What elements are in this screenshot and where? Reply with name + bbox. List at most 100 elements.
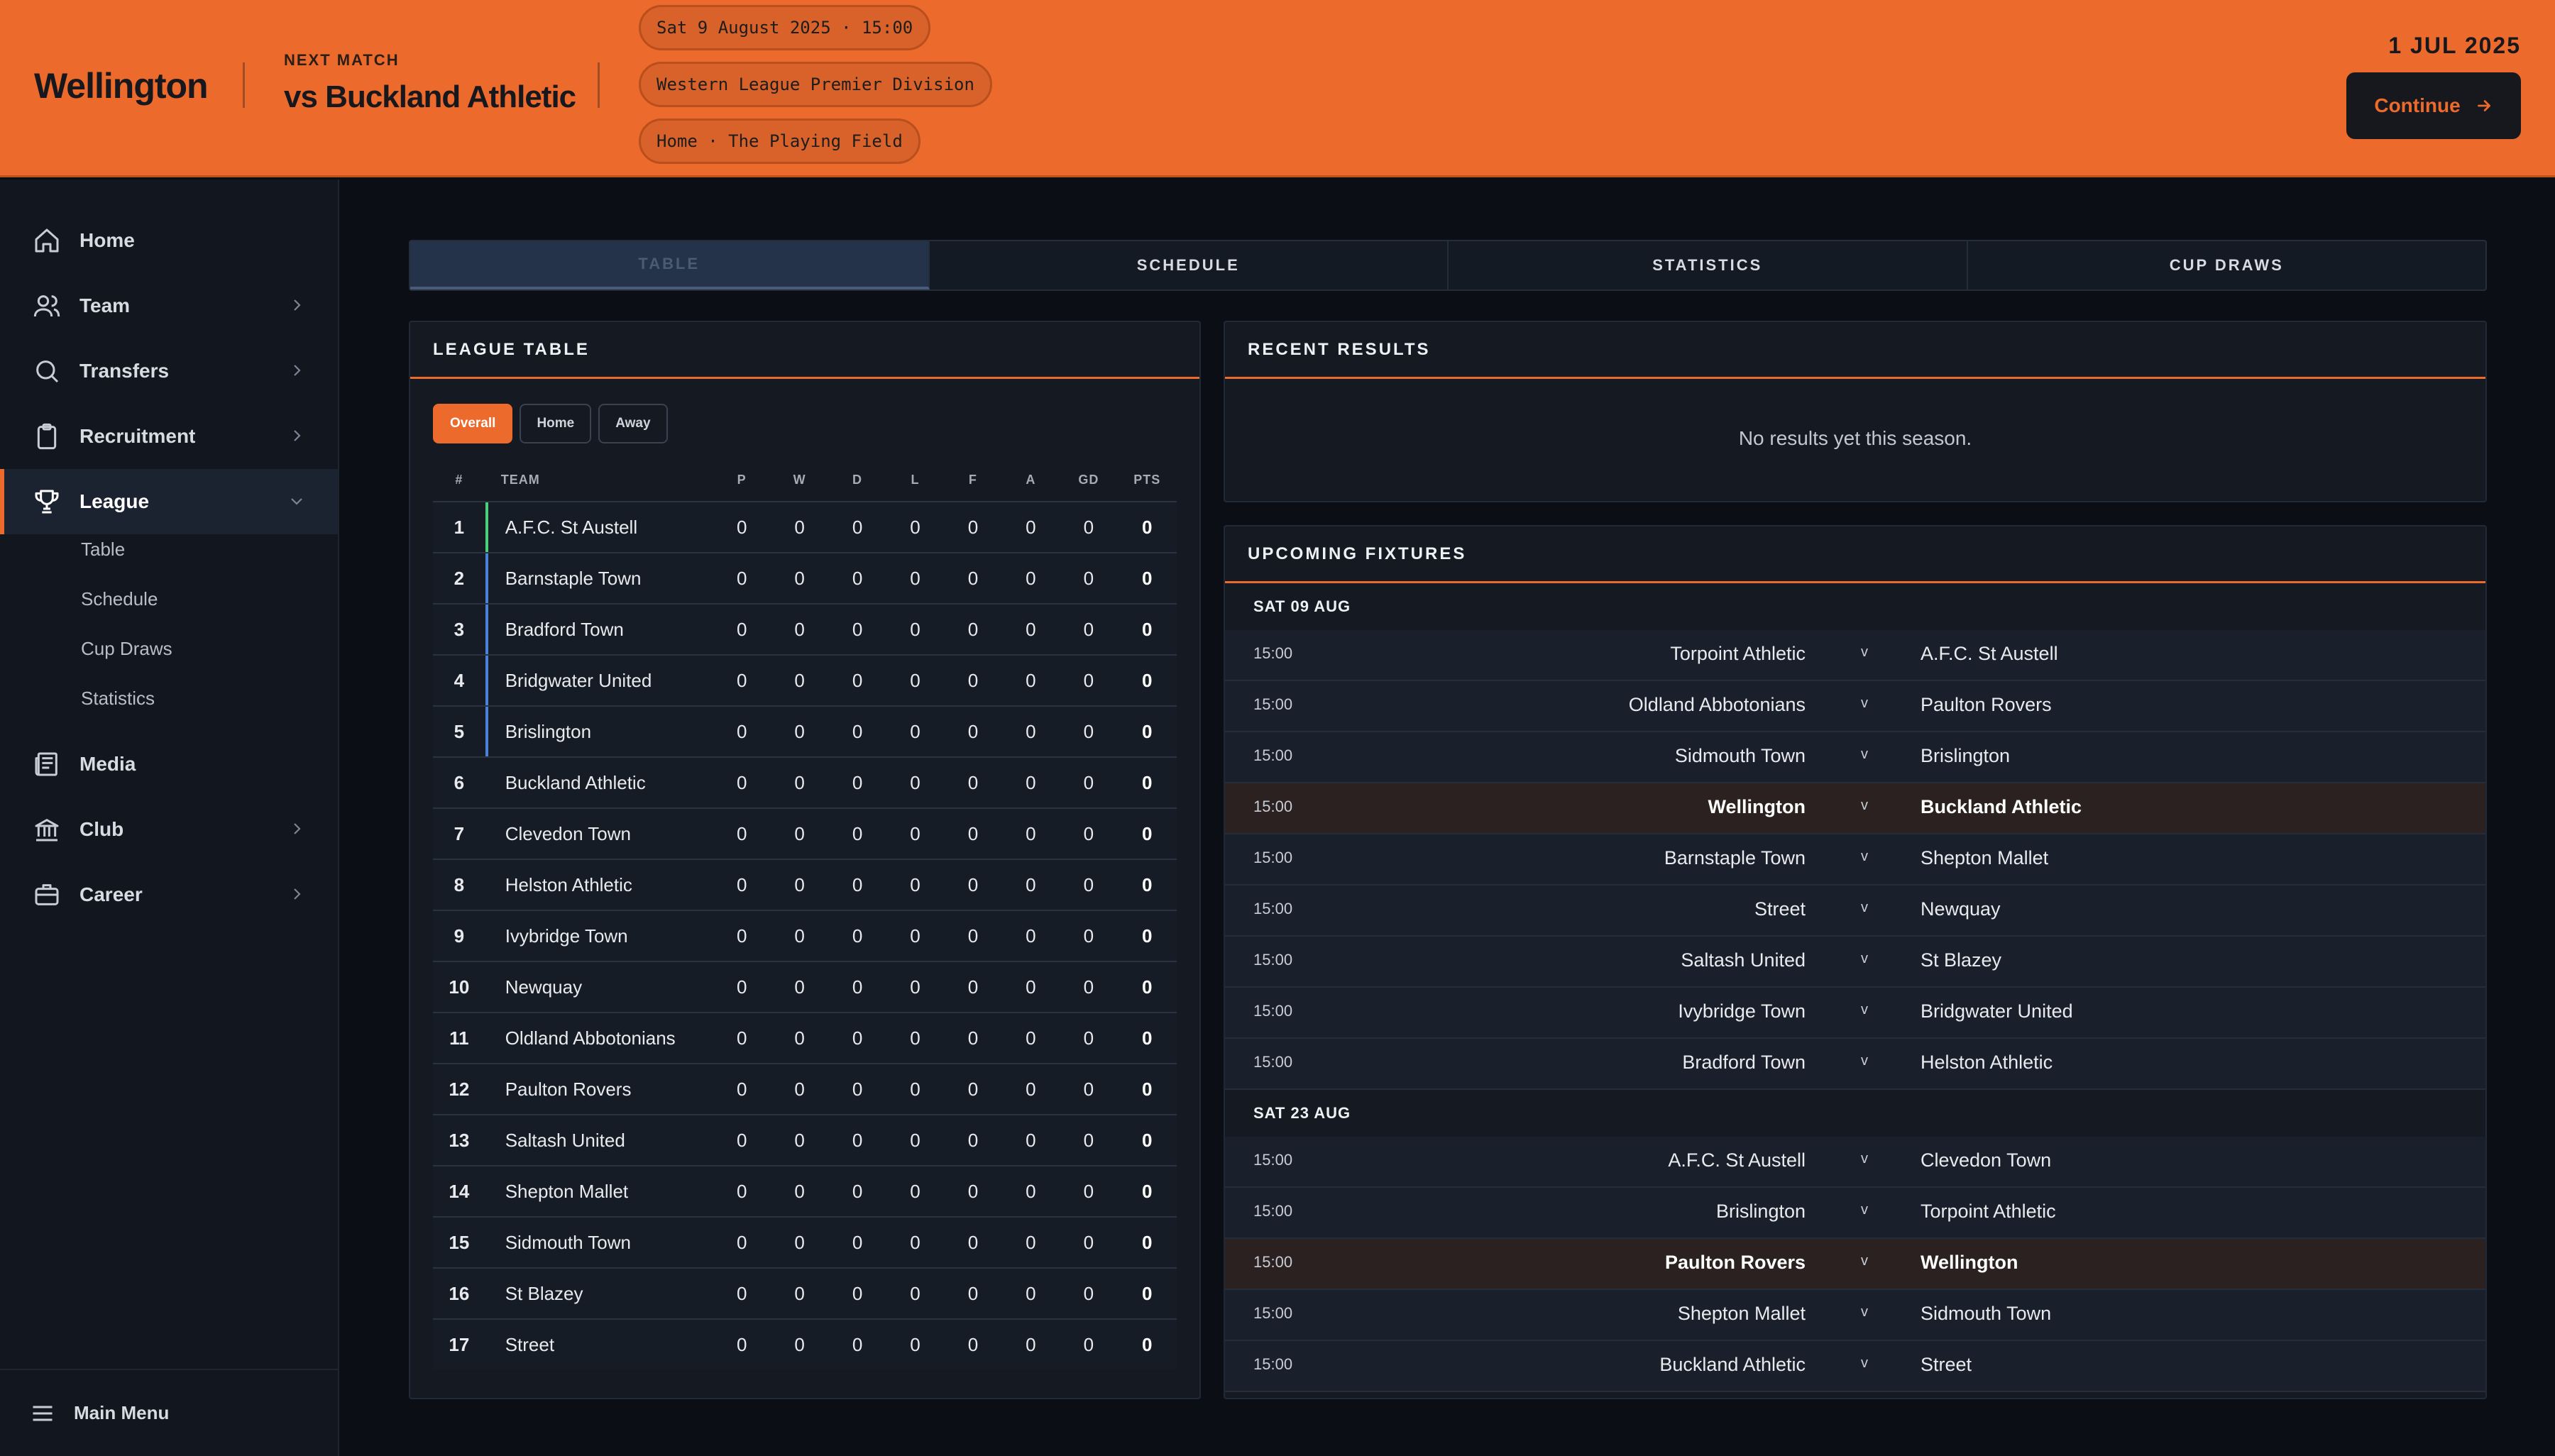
sidebar-item-recruitment[interactable]: Recruitment: [0, 404, 338, 469]
upcoming-fixtures-title: UPCOMING FIXTURES: [1225, 526, 2485, 583]
venue-pill: Home · The Playing Field: [639, 118, 921, 164]
table-row[interactable]: 14 Shepton Mallet 0 0 0 0 0 0 0 0: [433, 1165, 1177, 1216]
table-row[interactable]: 4 Bridgwater United 0 0 0 0 0 0 0 0: [433, 654, 1177, 705]
team-name-cell[interactable]: Street: [485, 1320, 713, 1369]
tab-statistics[interactable]: STATISTICS: [1449, 241, 1968, 289]
fixture-vs: v: [1861, 1002, 1868, 1017]
team-name-cell[interactable]: Saltash United: [485, 1115, 713, 1165]
table-row[interactable]: 10 Newquay 0 0 0 0 0 0 0 0: [433, 961, 1177, 1012]
stat-cell-gd: 0: [1083, 976, 1094, 998]
fixture-row[interactable]: 15:00 Barnstaple Town v Shepton Mallet: [1225, 834, 2485, 886]
newspaper-icon: [35, 752, 57, 776]
stat-cell-l: 0: [910, 1027, 921, 1049]
fixture-row[interactable]: 15:00 Wellington v Buckland Athletic: [1225, 783, 2485, 834]
sidebar-item-media[interactable]: Media: [0, 732, 338, 797]
team-name-cell[interactable]: Paulton Rovers: [485, 1064, 713, 1114]
fixture-vs: v: [1861, 1202, 1868, 1218]
filter-overall-button[interactable]: Overall: [433, 404, 513, 443]
table-row[interactable]: 17 Street 0 0 0 0 0 0 0 0: [433, 1318, 1177, 1369]
chevron-right-icon: [294, 888, 301, 900]
fixture-row[interactable]: 15:00 Sidmouth Town v Brislington: [1225, 732, 2485, 783]
table-row[interactable]: 11 Oldland Abbotonians 0 0 0 0 0 0 0 0: [433, 1012, 1177, 1063]
table-row[interactable]: 13 Saltash United 0 0 0 0 0 0 0 0: [433, 1114, 1177, 1165]
table-row[interactable]: 5 Brislington 0 0 0 0 0 0 0 0: [433, 705, 1177, 756]
stat-cell-d: 0: [852, 618, 863, 640]
fixture-row[interactable]: 15:00 Torpoint Athletic v A.F.C. St Austell: [1225, 630, 2485, 681]
team-name-cell[interactable]: Ivybridge Town: [485, 911, 713, 961]
fixture-row[interactable]: 15:00 Oldland Abbotonians v Paulton Rovers: [1225, 681, 2485, 732]
fixture-row[interactable]: 15:00 Ivybridge Town v Bridgwater United: [1225, 988, 2485, 1039]
team-name-cell[interactable]: Newquay: [485, 962, 713, 1012]
sidebar-subitem-statistics[interactable]: Statistics: [81, 688, 155, 710]
team-name-cell[interactable]: Oldland Abbotonians: [485, 1013, 713, 1063]
stat-cell-d: 0: [852, 925, 863, 947]
table-row[interactable]: 6 Buckland Athletic 0 0 0 0 0 0 0 0: [433, 756, 1177, 807]
stat-cell-gd: 0: [1083, 1129, 1094, 1151]
table-row[interactable]: 15 Sidmouth Town 0 0 0 0 0 0 0 0: [433, 1216, 1177, 1267]
table-row[interactable]: 3 Bradford Town 0 0 0 0 0 0 0 0: [433, 603, 1177, 654]
tab-cup-draws[interactable]: CUP DRAWS: [1968, 241, 2486, 289]
stat-cell-l: 0: [910, 1180, 921, 1202]
team-name-cell[interactable]: Bridgwater United: [485, 656, 713, 705]
sidebar-subitem-cup-draws[interactable]: Cup Draws: [81, 638, 172, 660]
position-cell: 12: [449, 1078, 470, 1100]
sidebar-item-league[interactable]: League: [0, 469, 338, 534]
sidebar-item-career[interactable]: Career: [0, 862, 338, 927]
table-row[interactable]: 9 Ivybridge Town 0 0 0 0 0 0 0 0: [433, 910, 1177, 961]
team-name-cell[interactable]: Buckland Athletic: [485, 758, 713, 807]
sidebar-subitem-schedule[interactable]: Schedule: [81, 588, 158, 610]
sidebar-subitem-table[interactable]: Table: [81, 539, 125, 561]
filter-away-button[interactable]: Away: [598, 404, 668, 443]
team-name-cell[interactable]: St Blazey: [485, 1269, 713, 1318]
sidebar-item-home[interactable]: Home: [0, 208, 338, 273]
sidebar-item-label: Transfers: [79, 360, 170, 382]
stat-cell-l: 0: [910, 771, 921, 793]
fixture-time: 15:00: [1253, 1304, 1293, 1322]
tab-table[interactable]: TABLE: [410, 241, 930, 289]
continue-button[interactable]: Continue: [2346, 72, 2521, 139]
tab-schedule[interactable]: SCHEDULE: [930, 241, 1449, 289]
team-name-cell[interactable]: Sidmouth Town: [485, 1218, 713, 1267]
sidebar-item-transfers[interactable]: Transfers: [0, 338, 338, 404]
fixture-row[interactable]: 15:00 Brislington v Torpoint Athletic: [1225, 1188, 2485, 1239]
table-row[interactable]: 12 Paulton Rovers 0 0 0 0 0 0 0 0: [433, 1063, 1177, 1114]
stat-cell-w: 0: [794, 1129, 805, 1151]
stat-cell-p: 0: [736, 618, 747, 640]
team-name-cell[interactable]: Brislington: [485, 707, 713, 756]
team-name-cell[interactable]: Helston Athletic: [485, 860, 713, 910]
team-name-cell[interactable]: Barnstaple Town: [485, 553, 713, 603]
stat-cell-f: 0: [967, 1231, 979, 1253]
stat-cell-f: 0: [967, 925, 979, 947]
column-header: L: [911, 472, 920, 487]
fixture-row[interactable]: 15:00 Buckland Athletic v Street: [1225, 1341, 2485, 1392]
table-row[interactable]: 1 A.F.C. St Austell 0 0 0 0 0 0 0 0: [433, 501, 1177, 552]
points-cell: 0: [1142, 720, 1153, 742]
chevron-right-icon: [294, 430, 301, 441]
team-name-cell[interactable]: A.F.C. St Austell: [485, 502, 713, 552]
fixture-row[interactable]: 15:00 Saltash United v St Blazey: [1225, 937, 2485, 988]
team-name-cell[interactable]: Clevedon Town: [485, 809, 713, 859]
table-row[interactable]: 16 St Blazey 0 0 0 0 0 0 0 0: [433, 1267, 1177, 1318]
fixture-row[interactable]: 15:00 Paulton Rovers v Wellington: [1225, 1239, 2485, 1290]
filter-home-button[interactable]: Home: [520, 404, 592, 443]
fixture-home-team: Sidmouth Town: [1674, 745, 1806, 766]
fixture-row[interactable]: 15:00 A.F.C. St Austell v Clevedon Town: [1225, 1137, 2485, 1188]
fixture-date-header: SAT 09 AUG: [1225, 583, 2485, 630]
stat-cell-w: 0: [794, 976, 805, 998]
fixture-row[interactable]: 15:00 Bradford Town v Helston Athletic: [1225, 1039, 2485, 1090]
sidebar-item-club[interactable]: Club: [0, 797, 338, 862]
main-menu-button[interactable]: Main Menu: [0, 1369, 338, 1456]
table-row[interactable]: 2 Barnstaple Town 0 0 0 0 0 0 0 0: [433, 552, 1177, 603]
table-row[interactable]: 7 Clevedon Town 0 0 0 0 0 0 0 0: [433, 807, 1177, 859]
team-name-cell[interactable]: Bradford Town: [485, 605, 713, 654]
stat-cell-d: 0: [852, 1180, 863, 1202]
fixture-row[interactable]: 15:00 Street v Newquay: [1225, 886, 2485, 937]
table-row[interactable]: 8 Helston Athletic 0 0 0 0 0 0 0 0: [433, 859, 1177, 910]
fixture-row[interactable]: 15:00 Shepton Mallet v Sidmouth Town: [1225, 1290, 2485, 1341]
team-name-cell[interactable]: Shepton Mallet: [485, 1167, 713, 1216]
points-cell: 0: [1142, 618, 1153, 640]
fixture-vs: v: [1861, 900, 1868, 915]
sidebar-item-team[interactable]: Team: [0, 273, 338, 338]
stat-cell-a: 0: [1026, 873, 1036, 895]
home-icon: [35, 228, 59, 253]
